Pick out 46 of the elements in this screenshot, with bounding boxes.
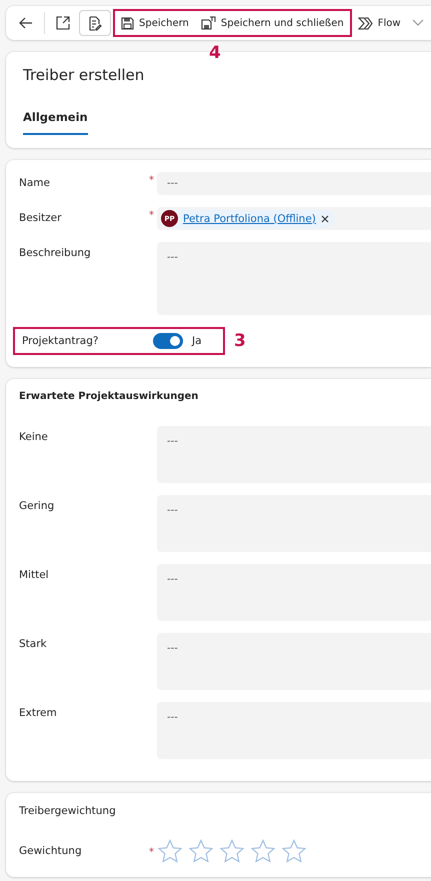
tab[interactable]: Allgemein	[23, 110, 88, 135]
annotation-number: 3	[234, 331, 246, 351]
save-and-close-button[interactable]: Speichern und schließen	[196, 16, 348, 30]
field-label: Beschreibung	[19, 246, 92, 259]
star-rating[interactable]	[157, 839, 307, 863]
user-link[interactable]: Petra Portfoliona (Offline)	[183, 212, 316, 224]
form-title: Treiber erstellen	[23, 66, 146, 84]
form-editor-button[interactable]	[79, 10, 111, 36]
floppy-disk-icon	[200, 16, 216, 30]
text-area[interactable]: ---	[157, 564, 431, 621]
text-area[interactable]: ---	[157, 702, 431, 759]
toggle-switch[interactable]	[153, 333, 183, 349]
required-marker: *	[149, 175, 154, 186]
flow-icon	[358, 16, 373, 30]
open-window-icon	[56, 16, 70, 30]
save-button[interactable]: Speichern	[117, 16, 193, 30]
required-marker: *	[149, 210, 154, 221]
section-title: Treibergewichtung	[19, 805, 117, 817]
field-label: Besitzer	[19, 211, 62, 224]
field-label: Keine	[19, 430, 49, 443]
annotation-number: 4	[209, 43, 221, 63]
field-label: Mittel	[19, 568, 50, 581]
field-label: Stark	[19, 637, 48, 650]
back-icon	[18, 15, 34, 31]
text-area[interactable]: ---	[157, 242, 431, 315]
field-label: Gewichtung	[19, 845, 83, 857]
star-icon[interactable]	[157, 839, 183, 863]
text-area[interactable]: ---	[157, 495, 431, 552]
flow-button[interactable]: Flow	[354, 16, 428, 30]
input-field[interactable]: ---	[157, 172, 431, 195]
toggle-value: Ja	[192, 335, 202, 347]
document-edit-icon	[88, 16, 102, 30]
field-label: Projektantrag?	[22, 335, 100, 347]
chevron-down-icon	[412, 19, 424, 27]
field-label: Name	[19, 176, 51, 189]
star-icon[interactable]	[281, 839, 307, 863]
close-icon[interactable]	[320, 214, 329, 222]
star-icon[interactable]	[188, 839, 214, 863]
required-marker: *	[149, 847, 154, 858]
star-icon[interactable]	[250, 839, 276, 863]
field-label: Extrem	[19, 706, 58, 719]
text-area[interactable]: ---	[157, 426, 431, 483]
star-icon[interactable]	[219, 839, 245, 863]
field-label: Gering	[19, 499, 56, 512]
text-area[interactable]: ---	[157, 633, 431, 690]
section-title: Erwartete Projektauswirkungen	[19, 391, 200, 402]
